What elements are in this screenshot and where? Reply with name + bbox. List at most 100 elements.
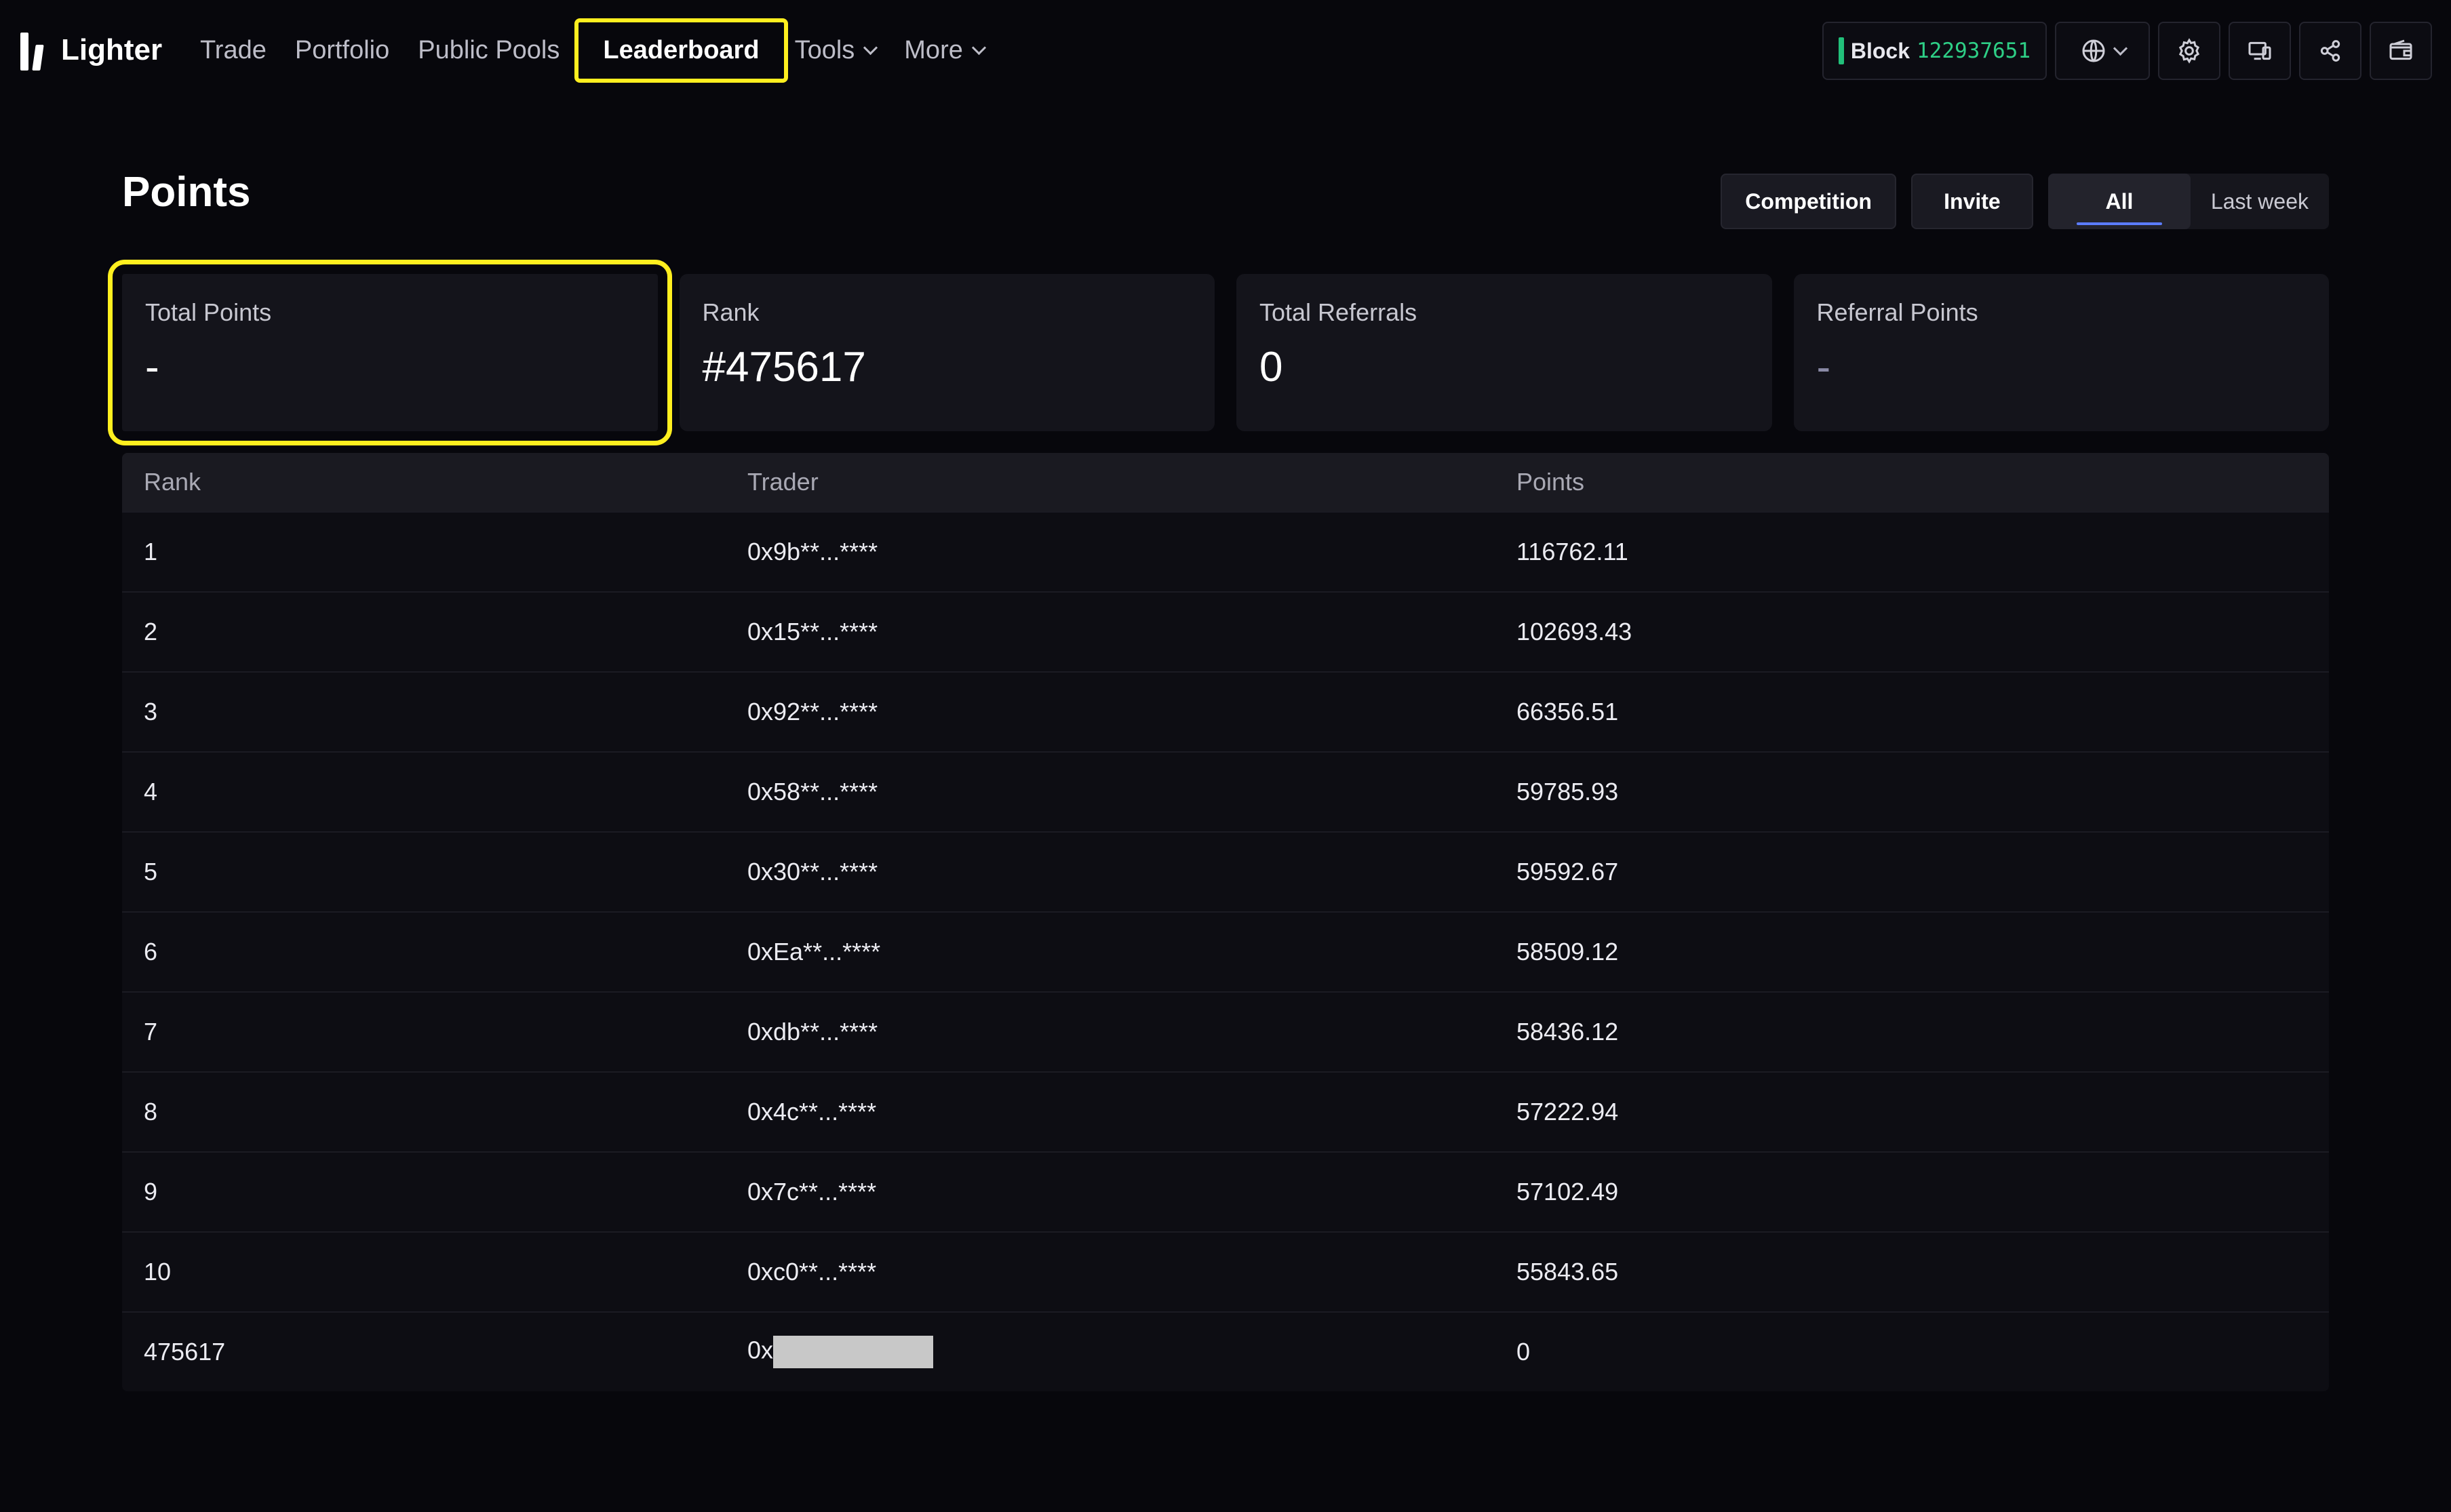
app-name: Lighter bbox=[61, 33, 163, 66]
chevron-down-icon bbox=[2113, 41, 2128, 56]
table-row: 9 0x7c**...**** 57102.49 bbox=[122, 1151, 2329, 1231]
cell-points: 102693.43 bbox=[1516, 618, 1632, 645]
table-row: 3 0x92**...**** 66356.51 bbox=[122, 671, 2329, 751]
cell-points: 55843.65 bbox=[1516, 1258, 1619, 1286]
devices-button[interactable] bbox=[2229, 22, 2291, 80]
block-number: 122937651 bbox=[1917, 39, 2031, 63]
table-row: 5 0x30**...**** 59592.67 bbox=[122, 831, 2329, 911]
top-navbar: Lighter Trade Portfolio Public Pools Lea… bbox=[0, 0, 2451, 100]
trader-prefix: 0x bbox=[747, 1336, 774, 1364]
cell-trader: 0xdb**...**** bbox=[747, 1018, 878, 1046]
nav-trade[interactable]: Trade bbox=[200, 36, 267, 65]
cell-points: 57222.94 bbox=[1516, 1098, 1619, 1126]
leaderboard-table: Rank Trader Points 1 0x9b**...**** 116762.… bbox=[122, 453, 2329, 1391]
cell-trader: 0x4c**...**** bbox=[747, 1098, 877, 1126]
settings-button[interactable] bbox=[2158, 22, 2220, 80]
cell-points: 0 bbox=[1516, 1338, 1531, 1366]
nav-more-label: More bbox=[904, 35, 963, 64]
points-tabs: Competition Invite All Last week bbox=[1721, 174, 2329, 229]
cell-rank: 2 bbox=[144, 618, 158, 645]
cell-rank: 10 bbox=[144, 1258, 172, 1286]
total-points-card: Total Points - bbox=[108, 260, 672, 445]
header-points: Points bbox=[1516, 468, 1585, 496]
cell-rank: 475617 bbox=[144, 1338, 226, 1366]
cell-trader: 0x92**...**** bbox=[747, 698, 878, 725]
table-row: 8 0x4c**...**** 57222.94 bbox=[122, 1071, 2329, 1151]
cell-rank: 1 bbox=[144, 538, 158, 565]
cell-rank: 4 bbox=[144, 778, 158, 805]
redacted-block bbox=[773, 1336, 934, 1368]
status-indicator-icon bbox=[1838, 37, 1844, 64]
block-indicator[interactable]: Block 122937651 bbox=[1822, 22, 2047, 80]
table-row: 4 0x58**...**** 59785.93 bbox=[122, 751, 2329, 831]
table-row: 1 0x9b**...**** 116762.11 bbox=[122, 511, 2329, 591]
card-value: - bbox=[1816, 344, 1831, 391]
cell-rank: 6 bbox=[144, 938, 158, 966]
card-value: - bbox=[145, 344, 159, 391]
card-label: Total Points bbox=[145, 298, 272, 326]
settings-icon bbox=[2178, 38, 2200, 64]
chevron-down-icon bbox=[971, 40, 986, 55]
main-nav: Trade Portfolio Public Pools Leaderboard… bbox=[200, 0, 1013, 100]
cell-trader: 0x15**...**** bbox=[747, 618, 878, 645]
competition-button[interactable]: Competition bbox=[1721, 174, 1896, 229]
app-logo[interactable]: Lighter bbox=[19, 30, 162, 71]
cell-points: 58436.12 bbox=[1516, 1018, 1619, 1046]
header-tools: Block 122937651 bbox=[1822, 22, 2432, 80]
table-body: 1 0x9b**...**** 116762.11 2 0x15**...**** 102… bbox=[122, 511, 2329, 1311]
table-row: 6 0xEa**...**** 58509.12 bbox=[122, 911, 2329, 991]
card-value: #475617 bbox=[702, 344, 866, 391]
nav-tools-label: Tools bbox=[794, 35, 855, 64]
language-selector[interactable] bbox=[2055, 22, 2150, 80]
invite-button[interactable]: Invite bbox=[1910, 174, 2033, 229]
wallet-button[interactable] bbox=[2370, 22, 2432, 80]
card-label: Referral Points bbox=[1816, 298, 1978, 326]
cell-points: 57102.49 bbox=[1516, 1178, 1619, 1206]
share-button[interactable] bbox=[2299, 22, 2361, 80]
self-row: 475617 0x 0 bbox=[122, 1311, 2329, 1391]
devices-icon bbox=[2248, 41, 2271, 60]
cell-rank: 3 bbox=[144, 698, 158, 725]
card-label: Rank bbox=[702, 298, 760, 326]
nav-public-pools[interactable]: Public Pools bbox=[418, 36, 560, 65]
card-value: 0 bbox=[1259, 344, 1283, 391]
page-title: Points bbox=[122, 169, 251, 216]
cell-points: 59785.93 bbox=[1516, 778, 1619, 805]
cell-rank: 5 bbox=[144, 858, 158, 886]
cell-points: 66356.51 bbox=[1516, 698, 1619, 725]
cell-points: 116762.11 bbox=[1516, 538, 1628, 565]
tab-all[interactable]: All bbox=[2047, 174, 2191, 229]
cell-rank: 9 bbox=[144, 1178, 158, 1206]
nav-leaderboard[interactable]: Leaderboard bbox=[574, 18, 788, 83]
tab-last-week[interactable]: Last week bbox=[2191, 174, 2329, 229]
cell-trader: 0x30**...**** bbox=[747, 858, 878, 886]
table-row: 10 0xc0**...**** 55843.65 bbox=[122, 1231, 2329, 1311]
period-toggle: All Last week bbox=[2047, 174, 2329, 229]
share-icon bbox=[2320, 40, 2340, 62]
cell-trader: 0x9b**...**** bbox=[747, 538, 878, 565]
card-label: Total Referrals bbox=[1259, 298, 1417, 326]
table-row: 7 0xdb**...**** 58436.12 bbox=[122, 991, 2329, 1071]
nav-tools[interactable]: Tools bbox=[794, 35, 878, 65]
cell-trader: 0x7c**...**** bbox=[747, 1178, 877, 1206]
cell-trader: 0x58**...**** bbox=[747, 778, 878, 805]
nav-more[interactable]: More bbox=[904, 35, 986, 65]
nav-portfolio[interactable]: Portfolio bbox=[295, 36, 389, 65]
cell-points: 59592.67 bbox=[1516, 858, 1619, 886]
referral-points-card: Referral Points - bbox=[1793, 274, 2329, 431]
cell-trader: 0xc0**...**** bbox=[747, 1258, 877, 1286]
lighter-logo-icon bbox=[19, 30, 49, 71]
block-label: Block bbox=[1850, 38, 1910, 63]
cell-rank: 8 bbox=[144, 1098, 158, 1126]
cell-trader: 0xEa**...**** bbox=[747, 938, 881, 966]
wallet-icon bbox=[2389, 39, 2412, 60]
globe-icon bbox=[2082, 39, 2104, 62]
cell-points: 58509.12 bbox=[1516, 938, 1619, 966]
chevron-down-icon bbox=[863, 40, 878, 55]
table-header: Rank Trader Points bbox=[122, 453, 2329, 511]
table-row: 2 0x15**...**** 102693.43 bbox=[122, 591, 2329, 671]
stats-cards: Total Points - Rank #475617 Total Referr… bbox=[108, 260, 2329, 445]
rank-card: Rank #475617 bbox=[679, 274, 1215, 431]
header-rank: Rank bbox=[144, 468, 201, 496]
header-trader: Trader bbox=[747, 468, 819, 496]
